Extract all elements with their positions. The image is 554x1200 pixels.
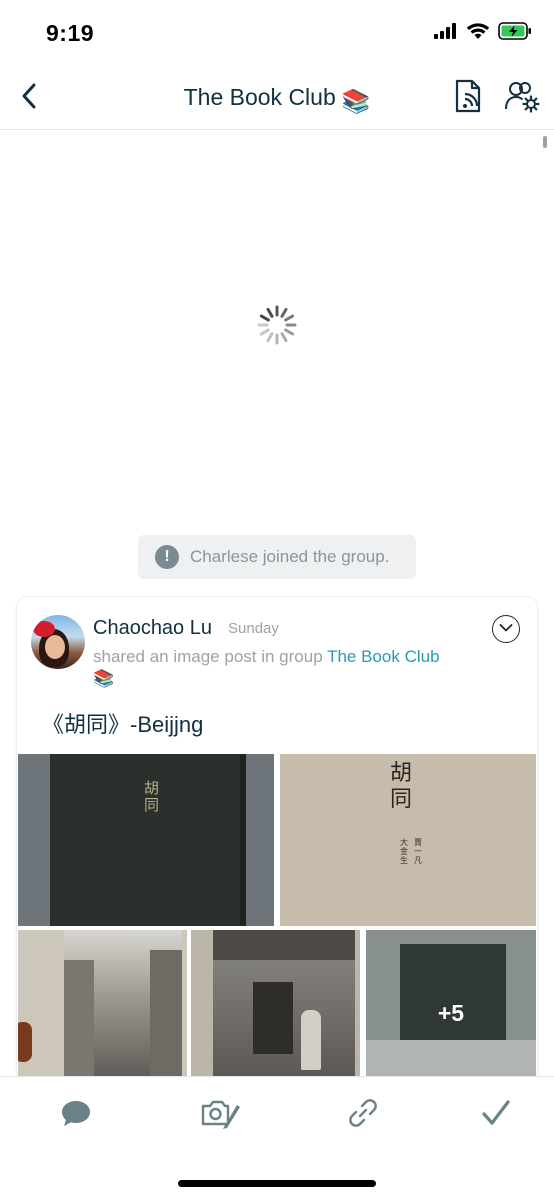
home-indicator[interactable]	[178, 1180, 376, 1187]
book-edge	[240, 754, 246, 926]
system-message: ! Charlese joined the group.	[138, 535, 416, 579]
courtyard-roof	[213, 930, 355, 960]
link-icon	[347, 1097, 379, 1134]
status-icons	[434, 22, 532, 40]
avatar[interactable]	[31, 615, 85, 669]
group-emoji: 📚	[93, 669, 115, 688]
done-button[interactable]	[476, 1097, 516, 1133]
chat-bubble-icon	[59, 1098, 93, 1133]
book-cover-title: 胡同	[144, 780, 160, 814]
document-feed-icon	[453, 79, 483, 118]
avatar-hat	[33, 621, 55, 637]
alley-photo[interactable]	[18, 930, 187, 1080]
post-menu-button[interactable]	[492, 615, 520, 643]
title-page-author-right: 賈一凡	[414, 838, 422, 865]
post-time: Sunday	[228, 620, 279, 637]
page-title-text: The Book Club	[183, 84, 336, 110]
group-settings-icon	[504, 79, 540, 118]
snow-gate-photo[interactable]: +5	[366, 930, 536, 1080]
group-link[interactable]: The Book Club	[327, 647, 439, 666]
post-card[interactable]: Chaochao Lu Sunday shared an image post …	[17, 597, 537, 1117]
title-page-author-left: 大金生	[400, 838, 408, 865]
book-cover-photo[interactable]: 胡同	[18, 754, 274, 926]
post-author[interactable]: Chaochao Lu	[93, 617, 212, 640]
courtyard-door-photo[interactable]	[191, 930, 360, 1080]
courtyard-door	[253, 982, 293, 1054]
status-bar: 9:19	[0, 0, 554, 66]
alley-wall-right	[150, 950, 182, 1080]
battery-charging-icon	[498, 22, 532, 40]
system-message-text: Charlese joined the group.	[190, 547, 390, 566]
post-text: 《胡同》-Beijjng	[42, 712, 204, 737]
link-button[interactable]	[343, 1097, 383, 1133]
title-page-title: 胡同	[390, 760, 413, 811]
nav-actions	[450, 79, 540, 118]
photo-post-button[interactable]	[200, 1097, 240, 1133]
finger	[18, 1022, 32, 1062]
post-meta: shared an image post in group The Book C…	[93, 647, 483, 689]
alley-wall-left	[64, 960, 94, 1080]
checkmark-icon	[481, 1099, 511, 1132]
books-emoji: 📚	[341, 88, 371, 114]
chevron-down-icon	[499, 620, 513, 638]
more-photos-count[interactable]: +5	[366, 1000, 536, 1027]
title-page-photo[interactable]: 胡同 大金生 賈一凡	[280, 754, 536, 926]
loading-spinner	[256, 304, 298, 346]
avatar-face	[45, 635, 65, 659]
camera-edit-icon	[200, 1097, 240, 1134]
document-feed-button[interactable]	[450, 79, 486, 118]
screen: 9:19 The Book Club 📚 ! Charlese joined t…	[0, 0, 554, 1200]
courtyard-person	[301, 1010, 321, 1070]
group-settings-button[interactable]	[504, 80, 540, 116]
cellular-signal-icon	[434, 23, 458, 39]
wifi-icon	[466, 22, 490, 40]
post-meta-text: shared an image post in group	[93, 647, 328, 666]
scrollbar[interactable]	[543, 136, 547, 148]
info-icon: !	[155, 545, 179, 569]
comment-button[interactable]	[56, 1097, 96, 1133]
nav-bar: The Book Club 📚	[0, 66, 554, 130]
status-time: 9:19	[46, 20, 95, 46]
